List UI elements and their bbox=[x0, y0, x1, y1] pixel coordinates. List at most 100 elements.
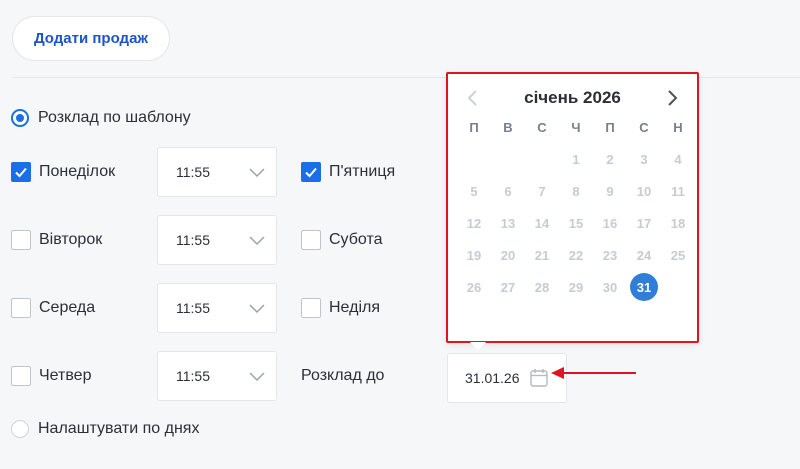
time-value: 11:55 bbox=[176, 232, 210, 248]
calendar-week-row: 5 6 7 8 9 10 11 bbox=[457, 175, 695, 207]
calendar-day-number: 16 bbox=[602, 215, 618, 231]
calendar-day-number: 10 bbox=[636, 183, 652, 199]
checkbox-wednesday[interactable]: Середа bbox=[11, 298, 95, 318]
checkbox-unchecked-icon[interactable] bbox=[11, 230, 31, 250]
radio-by-days[interactable]: Налаштувати по днях bbox=[11, 420, 199, 438]
radio-template-label: Розклад по шаблону bbox=[38, 109, 191, 126]
calendar-day[interactable]: 30 bbox=[593, 271, 627, 303]
calendar-day-number: 23 bbox=[602, 247, 618, 263]
calendar-day-number: 19 bbox=[466, 247, 482, 263]
day-label: Середа bbox=[39, 299, 96, 316]
calendar-day-number: 3 bbox=[640, 151, 648, 167]
radio-template-schedule[interactable]: Розклад по шаблону bbox=[11, 109, 191, 127]
calendar-week-row: 12 13 14 15 16 17 18 bbox=[457, 207, 695, 239]
calendar-day[interactable]: 18 bbox=[661, 207, 695, 239]
calendar-week-row: 1 2 3 4 bbox=[457, 143, 695, 175]
calendar-day-number: 28 bbox=[534, 279, 550, 295]
checkbox-sunday[interactable]: Неділя bbox=[301, 298, 380, 318]
calendar-icon[interactable] bbox=[528, 367, 550, 389]
calendar-day[interactable]: 9 bbox=[593, 175, 627, 207]
calendar-day[interactable]: 4 bbox=[661, 143, 695, 175]
add-sale-button[interactable]: Додати продаж bbox=[12, 16, 170, 61]
calendar-day[interactable]: 28 bbox=[525, 271, 559, 303]
checkbox-unchecked-icon[interactable] bbox=[301, 230, 321, 250]
calendar-week-row: 19 20 21 22 23 24 25 bbox=[457, 239, 695, 271]
calendar-day-number: 1 bbox=[572, 151, 580, 167]
chevron-down-icon bbox=[249, 168, 265, 178]
calendar-day[interactable]: 11 bbox=[661, 175, 695, 207]
weekday-label: С bbox=[537, 120, 547, 135]
calendar-day[interactable]: 22 bbox=[559, 239, 593, 271]
calendar-day[interactable]: 6 bbox=[491, 175, 525, 207]
calendar-day[interactable]: 29 bbox=[559, 271, 593, 303]
calendar-day[interactable]: 20 bbox=[491, 239, 525, 271]
calendar-day-number: 7 bbox=[538, 183, 546, 199]
arrow-annotation bbox=[551, 367, 636, 379]
calendar-day[interactable]: 21 bbox=[525, 239, 559, 271]
calendar-day-number: 21 bbox=[534, 247, 550, 263]
weekday-label: П bbox=[605, 120, 615, 135]
day-label: Четвер bbox=[39, 367, 92, 384]
checkbox-tuesday[interactable]: Вівторок bbox=[11, 230, 102, 250]
checkbox-saturday[interactable]: Субота bbox=[301, 230, 383, 250]
calendar-day[interactable]: 24 bbox=[627, 239, 661, 271]
calendar-day[interactable]: 2 bbox=[593, 143, 627, 175]
calendar-day[interactable]: 27 bbox=[491, 271, 525, 303]
day-label: Вівторок bbox=[39, 231, 103, 248]
radio-selected-icon[interactable] bbox=[11, 109, 29, 127]
calendar-day-selected[interactable]: 31 bbox=[627, 271, 661, 303]
calendar-day[interactable]: 19 bbox=[457, 239, 491, 271]
time-select-wednesday[interactable]: 11:55 bbox=[157, 283, 277, 333]
chevron-down-icon bbox=[249, 236, 265, 246]
radio-by-days-label: Налаштувати по днях bbox=[38, 420, 200, 437]
weekday-label: Ч bbox=[571, 120, 581, 135]
schedule-until-date-input[interactable]: 31.01.26 bbox=[447, 353, 567, 403]
checkbox-unchecked-icon[interactable] bbox=[11, 366, 31, 386]
checkbox-friday[interactable]: П'ятниця bbox=[301, 162, 395, 182]
calendar-day[interactable]: 1 bbox=[559, 143, 593, 175]
schedule-until-label: Розклад до bbox=[301, 367, 385, 384]
time-select-thursday[interactable]: 11:55 bbox=[157, 351, 277, 401]
checkbox-checked-icon[interactable] bbox=[11, 162, 31, 182]
checkbox-checked-icon[interactable] bbox=[301, 162, 321, 182]
calendar-day[interactable]: 26 bbox=[457, 271, 491, 303]
time-select-tuesday[interactable]: 11:55 bbox=[157, 215, 277, 265]
day-label: П'ятниця bbox=[329, 163, 396, 180]
checkbox-unchecked-icon[interactable] bbox=[301, 298, 321, 318]
calendar-day-number: 2 bbox=[606, 151, 614, 167]
calendar-day[interactable]: 16 bbox=[593, 207, 627, 239]
checkbox-monday[interactable]: Понеділок bbox=[11, 162, 115, 182]
calendar-day[interactable]: 13 bbox=[491, 207, 525, 239]
calendar-day-number: 8 bbox=[572, 183, 580, 199]
calendar-day[interactable]: 17 bbox=[627, 207, 661, 239]
calendar-day[interactable]: 23 bbox=[593, 239, 627, 271]
calendar-day-number: 25 bbox=[670, 247, 686, 263]
chevron-right-icon[interactable] bbox=[663, 88, 681, 108]
date-value: 31.01.26 bbox=[465, 370, 520, 386]
calendar-day[interactable]: 15 bbox=[559, 207, 593, 239]
time-select-monday[interactable]: 11:55 bbox=[157, 147, 277, 197]
calendar-day[interactable]: 25 bbox=[661, 239, 695, 271]
calendar-day-number: 11 bbox=[671, 183, 685, 199]
calendar-day[interactable]: 7 bbox=[525, 175, 559, 207]
calendar-day[interactable]: 10 bbox=[627, 175, 661, 207]
calendar-day[interactable]: 8 bbox=[559, 175, 593, 207]
calendar-empty-cell bbox=[525, 143, 559, 175]
time-value: 11:55 bbox=[176, 164, 210, 180]
day-label: Неділя bbox=[329, 299, 380, 316]
checkbox-thursday[interactable]: Четвер bbox=[11, 366, 91, 386]
calendar-day-number: 13 bbox=[500, 215, 516, 231]
calendar-day[interactable]: 12 bbox=[457, 207, 491, 239]
popup-caret bbox=[470, 342, 486, 350]
time-value: 11:55 bbox=[176, 300, 210, 316]
chevron-down-icon bbox=[249, 304, 265, 314]
calendar-day[interactable]: 5 bbox=[457, 175, 491, 207]
calendar-day-number: 20 bbox=[500, 247, 516, 263]
radio-unselected-icon[interactable] bbox=[11, 420, 29, 438]
calendar-week-row: 26 27 28 29 30 31 bbox=[457, 271, 695, 303]
checkbox-unchecked-icon[interactable] bbox=[11, 298, 31, 318]
calendar-day[interactable]: 3 bbox=[627, 143, 661, 175]
calendar-day-number: 24 bbox=[636, 247, 652, 263]
calendar-day[interactable]: 14 bbox=[525, 207, 559, 239]
day-label: Понеділок bbox=[39, 163, 116, 180]
